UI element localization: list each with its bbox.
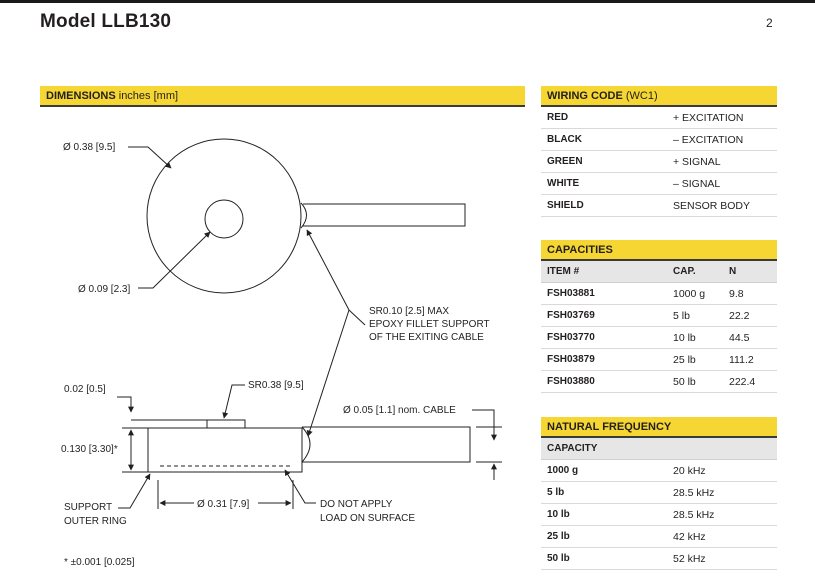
table-row: WHITE – SIGNAL: [541, 172, 777, 195]
fillet-label-line-2: EPOXY FILLET SUPPORT: [369, 319, 490, 330]
body-height-label: 0.130 [3.30]*: [61, 444, 118, 455]
newtons: 44.5: [723, 326, 777, 349]
top-view-fillet: [300, 202, 307, 229]
ring-diameter-label: Ø 0.31 [7.9]: [197, 499, 249, 510]
capacity: 5 lb: [667, 304, 723, 327]
capacities-table: ITEM # CAP. N FSH03881 1000 g 9.8 FSH03769…: [541, 261, 777, 393]
wire-color: RED: [541, 107, 667, 129]
side-view-cable: [302, 426, 471, 463]
capacity: 10 lb: [541, 503, 667, 526]
tolerance-footnote: * ±0.001 [0.025]: [64, 557, 135, 568]
table-row: FSH03770 10 lb 44.5: [541, 326, 777, 349]
frequency: 42 kHz: [667, 525, 777, 548]
capacity: 50 lb: [541, 547, 667, 570]
wire-color: BLACK: [541, 128, 667, 151]
column-header-cap: CAP.: [667, 261, 723, 283]
table-row: 5 lb 28.5 kHz: [541, 481, 777, 504]
table-row: RED + EXCITATION: [541, 107, 777, 129]
wiring-code: (WC1): [625, 90, 658, 102]
wire-signal: – SIGNAL: [667, 172, 777, 195]
outer-diameter-label: Ø 0.38 [9.5]: [63, 142, 115, 153]
no-load-label-line-2: LOAD ON SURFACE: [320, 513, 415, 524]
wire-signal: SENSOR BODY: [667, 194, 777, 217]
fillet-label-line-3: OF THE EXITING CABLE: [369, 332, 484, 343]
capacities-title: CAPACITIES: [547, 244, 613, 256]
newtons: 222.4: [723, 370, 777, 393]
side-view-button: [206, 419, 246, 429]
side-view-body: [147, 427, 303, 473]
spherical-radius-label: SR0.38 [9.5]: [248, 380, 304, 391]
wiring-table: RED + EXCITATION BLACK – EXCITATION GREEN +…: [541, 107, 777, 217]
capacity: 25 lb: [541, 525, 667, 548]
table-row: 50 lb 52 kHz: [541, 547, 777, 570]
frequency: 52 kHz: [667, 547, 777, 570]
wire-color: WHITE: [541, 172, 667, 195]
item-number: FSH03880: [541, 370, 667, 393]
wire-signal: + SIGNAL: [667, 150, 777, 173]
wire-signal: – EXCITATION: [667, 128, 777, 151]
fillet-label-line-1: SR0.10 [2.5] MAX: [369, 306, 449, 317]
newtons: 22.2: [723, 304, 777, 327]
table-row: 10 lb 28.5 kHz: [541, 503, 777, 526]
table-row: GREEN + SIGNAL: [541, 150, 777, 173]
table-header-row: CAPACITY: [541, 438, 777, 460]
table-row: FSH03769 5 lb 22.2: [541, 304, 777, 327]
newtons: 9.8: [723, 282, 777, 305]
item-number: FSH03770: [541, 326, 667, 349]
table-row: FSH03881 1000 g 9.8: [541, 282, 777, 305]
item-number: FSH03879: [541, 348, 667, 371]
wiring-title: WIRING CODE: [547, 90, 623, 102]
table-row: 25 lb 42 kHz: [541, 525, 777, 548]
table-row: FSH03880 50 lb 222.4: [541, 370, 777, 393]
table-row: FSH03879 25 lb 111.2: [541, 348, 777, 371]
column-header-capacity: CAPACITY: [541, 438, 777, 460]
newtons: 111.2: [723, 348, 777, 371]
frequency: 28.5 kHz: [667, 503, 777, 526]
capacity: 10 lb: [667, 326, 723, 349]
table-row: 1000 g 20 kHz: [541, 459, 777, 482]
top-view-cable: [303, 203, 466, 227]
button-height-label: 0.02 [0.5]: [64, 384, 106, 395]
frequency: 28.5 kHz: [667, 481, 777, 504]
top-view-outer-circle: [146, 138, 302, 294]
table-header-row: ITEM # CAP. N: [541, 261, 777, 283]
column-header-item: ITEM #: [541, 261, 667, 283]
wire-signal: + EXCITATION: [667, 107, 777, 129]
item-number: FSH03769: [541, 304, 667, 327]
capacity: 1000 g: [667, 282, 723, 305]
natural-frequency-table: CAPACITY 1000 g 20 kHz 5 lb 28.5 kHz 10 lb…: [541, 438, 777, 570]
cable-diameter-label: Ø 0.05 [1.1] nom. CABLE: [343, 405, 456, 416]
capacity: 25 lb: [667, 348, 723, 371]
wire-color: GREEN: [541, 150, 667, 173]
natural-frequency-title: NATURAL FREQUENCY: [547, 421, 672, 433]
capacities-section-header: CAPACITIES: [541, 240, 777, 261]
top-view-center-hole: [204, 199, 244, 239]
wiring-section-header: WIRING CODE (WC1): [541, 86, 777, 107]
support-label-line-2: OUTER RING: [64, 516, 127, 527]
frequency: 20 kHz: [667, 459, 777, 482]
item-number: FSH03881: [541, 282, 667, 305]
table-row: BLACK – EXCITATION: [541, 128, 777, 151]
wire-color: SHIELD: [541, 194, 667, 217]
capacity: 5 lb: [541, 481, 667, 504]
capacity: 50 lb: [667, 370, 723, 393]
natural-frequency-section-header: NATURAL FREQUENCY: [541, 417, 777, 438]
hole-diameter-label: Ø 0.09 [2.3]: [78, 284, 130, 295]
table-row: SHIELD SENSOR BODY: [541, 194, 777, 217]
support-label-line-1: SUPPORT: [64, 502, 112, 513]
capacity: 1000 g: [541, 459, 667, 482]
no-load-label-line-1: DO NOT APPLY: [320, 499, 393, 510]
column-header-n: N: [723, 261, 777, 283]
